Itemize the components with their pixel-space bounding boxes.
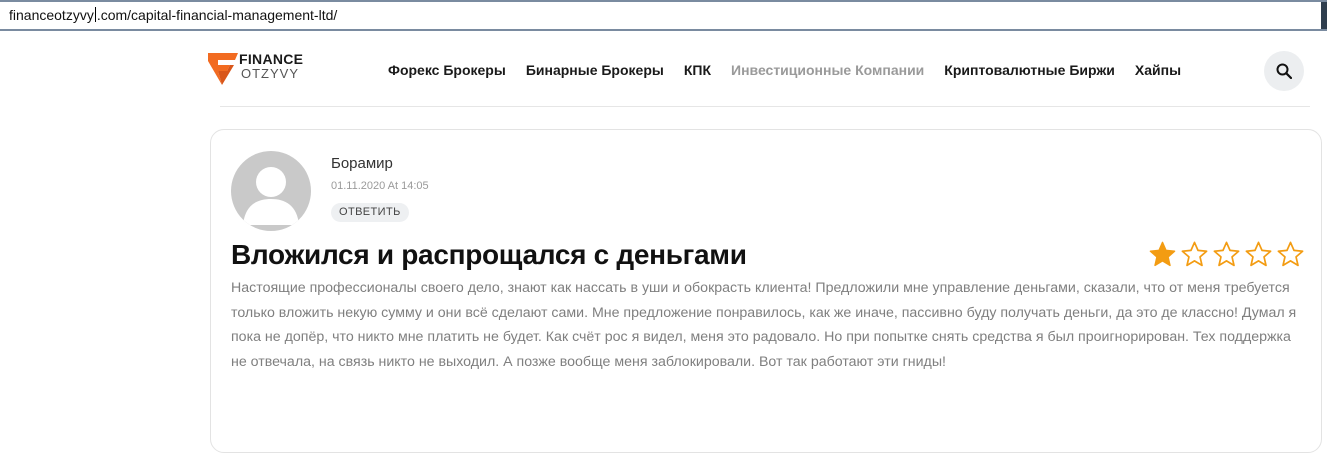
logo-text-line2: OTZYVY [241,66,300,81]
reply-button[interactable]: ОТВЕТИТЬ [331,203,409,222]
star-rating [1148,240,1305,269]
url-text[interactable]: financeotzyvy .com/capital-financial-mana… [9,7,337,23]
user-placeholder-icon [243,167,299,225]
logo-mark-icon [208,53,238,85]
nav-item-binary-brokers[interactable]: Бинарные Брокеры [526,62,664,82]
comment-author: Борамир [331,155,393,172]
nav-item-crypto-exchanges[interactable]: Криптовалютные Биржи [944,62,1115,82]
address-bar[interactable]: financeotzyvy .com/capital-financial-mana… [0,0,1327,31]
window-edge [1321,2,1327,29]
url-host: financeotzyvy [9,7,94,23]
header-divider [220,106,1310,107]
search-icon [1276,63,1292,79]
avatar [231,151,311,231]
logo-text-line1: FINANCE [239,51,304,67]
star-empty-icon [1277,241,1304,267]
nav-item-hyips[interactable]: Хайпы [1135,62,1181,82]
star-filled-icon [1149,241,1176,267]
star-empty-icon [1181,241,1208,267]
review-card: Борамир 01.11.2020 At 14:05 ОТВЕТИТЬ Вло… [210,129,1322,453]
nav-item-investment-companies[interactable]: Инвестиционные Компании [731,62,924,82]
comment-date: 01.11.2020 At 14:05 [331,180,429,192]
star-empty-icon [1213,241,1240,267]
nav-item-kpk[interactable]: КПК [684,62,711,82]
url-path: .com/capital-financial-management-ltd/ [96,7,338,23]
main-nav: Форекс Брокеры Бинарные Брокеры КПК Инве… [388,62,1181,82]
star-empty-icon [1245,241,1272,267]
nav-item-forex-brokers[interactable]: Форекс Брокеры [388,62,506,82]
text-caret [94,7,96,22]
review-title: Вложился и распрощался с деньгами [231,239,747,270]
site-logo[interactable]: FINANCE OTZYVY [208,51,318,91]
search-button[interactable] [1264,51,1304,91]
review-body: Настоящие профессионалы своего дело, зна… [231,280,1297,370]
